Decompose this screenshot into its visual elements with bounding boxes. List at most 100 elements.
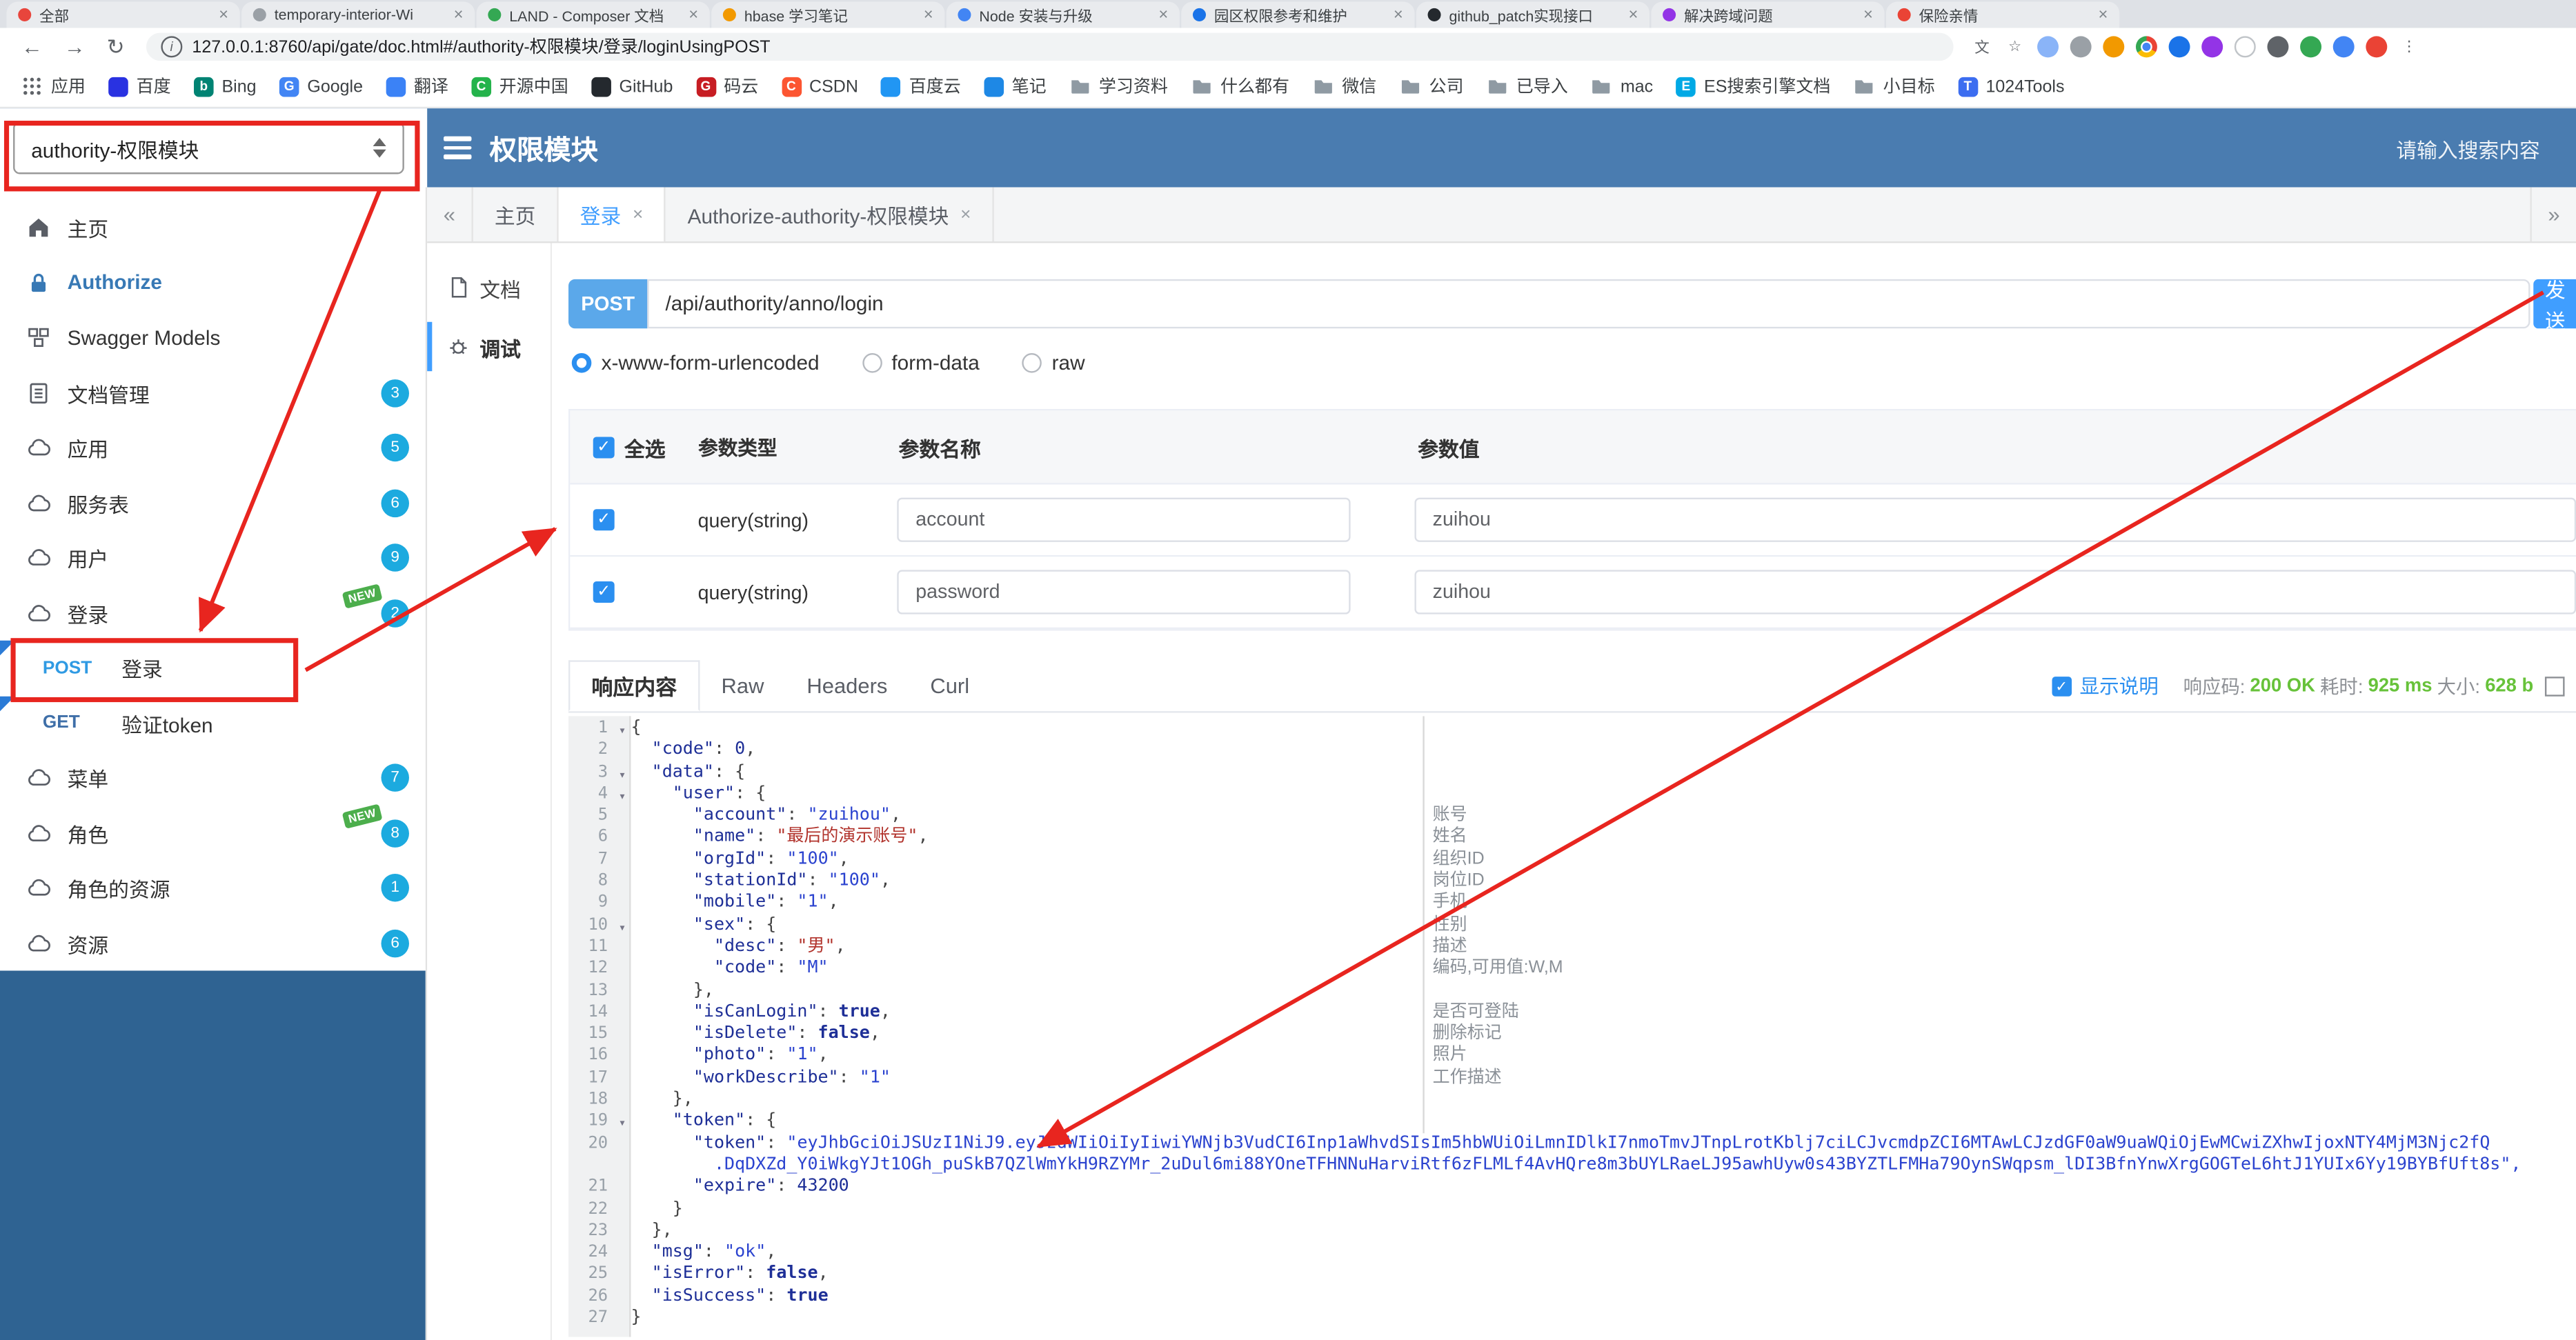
bookmark-item[interactable]: C CSDN [770, 76, 870, 97]
row-checkbox[interactable]: ✓ [593, 581, 615, 603]
bookmark-item[interactable]: 百度 [97, 74, 183, 99]
bookmark-item[interactable]: 什么都有 [1180, 74, 1301, 99]
sidebar-toggle-icon[interactable] [444, 136, 472, 159]
row-checkbox[interactable]: ✓ [593, 509, 615, 531]
browser-tab[interactable]: github_patch实现接口 × [1416, 1, 1650, 28]
param-name-input[interactable]: account [898, 497, 1351, 542]
bookmark-item[interactable]: 已导入 [1475, 74, 1579, 99]
param-value-input[interactable]: zuihou [1414, 570, 2576, 614]
bookmark-item[interactable]: mac [1579, 76, 1664, 97]
bookmark-item[interactable]: 公司 [1388, 74, 1475, 99]
browser-tab[interactable]: 园区权限参考和维护 × [1181, 1, 1415, 28]
extension-icon-2[interactable] [2070, 36, 2092, 58]
tab-close-icon[interactable]: × [633, 204, 643, 224]
fullscreen-icon[interactable] [2544, 677, 2565, 697]
fold-icon[interactable]: ▾ [619, 719, 626, 741]
chrome-icon[interactable] [2135, 36, 2157, 58]
extension-icon-7[interactable] [2299, 36, 2321, 58]
doc-mode-tab[interactable]: 文档 [427, 263, 551, 312]
show-desc-checkbox[interactable]: ✓ [2052, 675, 2072, 696]
page-tab[interactable]: Authorize-authority-权限模块 × [666, 187, 994, 242]
tab-close-icon[interactable]: × [1158, 6, 1168, 23]
sidebar-item[interactable]: 登录 NEW 2 [0, 583, 426, 641]
bookmark-item[interactable]: 应用 [10, 74, 97, 99]
tabs-scroll-right-button[interactable]: » [2530, 187, 2576, 242]
sidebar-item[interactable]: Swagger Models [0, 310, 426, 366]
sidebar-item[interactable]: 应用 5 [0, 421, 426, 476]
browser-tab[interactable]: 保险亲情 × [1885, 1, 2120, 28]
page-tab[interactable]: 登录 × [558, 187, 666, 242]
menu-dots-icon[interactable]: ⋮ [2399, 36, 2420, 57]
response-tab[interactable]: Raw [700, 660, 786, 711]
select-all-checkbox[interactable]: ✓ [593, 436, 615, 458]
sidebar-item[interactable]: 角色 NEW 8 [0, 803, 426, 861]
tabs-scroll-left-button[interactable]: « [427, 187, 473, 242]
param-value-input[interactable]: zuihou [1414, 497, 2576, 542]
sidebar-item[interactable]: 资源 6 [0, 916, 426, 971]
request-url-input[interactable]: /api/authority/anno/login [647, 279, 2530, 329]
browser-tab[interactable]: Node 安装与升级 × [946, 1, 1180, 28]
sidebar-item[interactable]: 文档管理 3 [0, 366, 426, 421]
param-name-input[interactable]: password [898, 570, 1351, 614]
extension-icon-6[interactable] [2234, 36, 2256, 58]
tab-close-icon[interactable]: × [1628, 6, 1638, 23]
bookmark-star-icon[interactable]: ☆ [2004, 36, 2025, 57]
response-tab[interactable]: Headers [785, 660, 909, 711]
response-tab[interactable]: Curl [909, 660, 991, 711]
page-tab[interactable]: 主页 [473, 187, 559, 242]
browser-tab[interactable]: 全部 × [6, 1, 240, 28]
bookmark-item[interactable]: G 码云 [684, 74, 770, 99]
tab-close-icon[interactable]: × [1863, 6, 1873, 23]
bookmark-item[interactable]: 翻译 [375, 74, 460, 99]
reload-button[interactable]: ↻ [107, 34, 125, 60]
sidebar-item[interactable]: Authorize [0, 255, 426, 310]
content-type-radio[interactable]: raw [1022, 352, 1085, 374]
sidebar-item[interactable]: 用户 9 [0, 530, 426, 586]
translate-icon[interactable]: 文 [1972, 36, 1993, 57]
tab-close-icon[interactable]: × [219, 6, 228, 23]
content-type-radio[interactable]: x-www-form-urlencoded [571, 352, 820, 374]
browser-tab[interactable]: hbase 学习笔记 × [711, 1, 945, 28]
tab-close-icon[interactable]: × [1394, 6, 1403, 23]
bookmark-item[interactable]: T 1024Tools [1946, 76, 2076, 97]
response-tab[interactable]: 响应内容 [568, 660, 700, 712]
bookmark-item[interactable]: 笔记 [972, 74, 1058, 99]
sidebar-item[interactable]: 服务表 6 [0, 475, 426, 530]
browser-tab[interactable]: temporary-interior-Wi × [241, 1, 475, 28]
sidebar-item[interactable]: 主页 [0, 201, 426, 256]
extension-icon-8[interactable] [2332, 36, 2355, 58]
site-info-icon[interactable]: i [161, 36, 183, 58]
bookmark-item[interactable]: G Google [268, 76, 374, 97]
bookmark-item[interactable]: 学习资料 [1058, 74, 1179, 99]
header-search-input[interactable]: 请输入搜索内容 [2396, 108, 2539, 187]
bookmark-item[interactable]: b Bing [182, 76, 268, 97]
address-bar[interactable]: i 127.0.0.1:8760/api/gate/doc.html#/auth… [146, 32, 1954, 61]
tab-close-icon[interactable]: × [454, 6, 464, 23]
bookmark-item[interactable]: 百度云 [870, 74, 973, 99]
extension-icon-4[interactable] [2168, 36, 2190, 58]
avatar-icon[interactable] [2366, 36, 2388, 58]
tab-close-icon[interactable]: × [924, 6, 933, 23]
sidebar-item[interactable]: 角色的资源 1 [0, 861, 426, 916]
browser-tab[interactable]: LAND - Composer 文档 × [476, 1, 710, 28]
extension-icon-3[interactable] [2103, 36, 2125, 58]
extension-icon-1[interactable] [2037, 36, 2059, 58]
browser-tab[interactable]: 解决跨域问题 × [1651, 1, 1885, 28]
bookmark-item[interactable]: E ES搜索引擎文档 [1665, 74, 1842, 99]
sidebar-item[interactable]: 菜单 7 [0, 750, 426, 806]
module-select[interactable]: authority-权限模块 [13, 121, 404, 174]
fold-icon[interactable]: ▾ [619, 1112, 626, 1134]
tab-close-icon[interactable]: × [2099, 6, 2108, 23]
sidebar-api-item-get[interactable]: GET 验证token [0, 695, 426, 751]
bookmark-item[interactable]: 小目标 [1842, 74, 1946, 99]
bookmark-item[interactable]: GitHub [579, 76, 684, 97]
fold-icon[interactable]: ▾ [619, 763, 626, 785]
bookmark-item[interactable]: C 开源中国 [460, 74, 580, 99]
tab-close-icon[interactable]: × [960, 204, 971, 224]
shield-icon[interactable] [2267, 36, 2289, 58]
forward-button[interactable]: → [64, 34, 86, 59]
sidebar-api-item-post[interactable]: POST 登录 [0, 640, 426, 696]
bookmark-item[interactable]: 微信 [1301, 74, 1388, 99]
back-button[interactable]: ← [21, 34, 43, 59]
content-type-radio[interactable]: form-data [862, 352, 980, 374]
